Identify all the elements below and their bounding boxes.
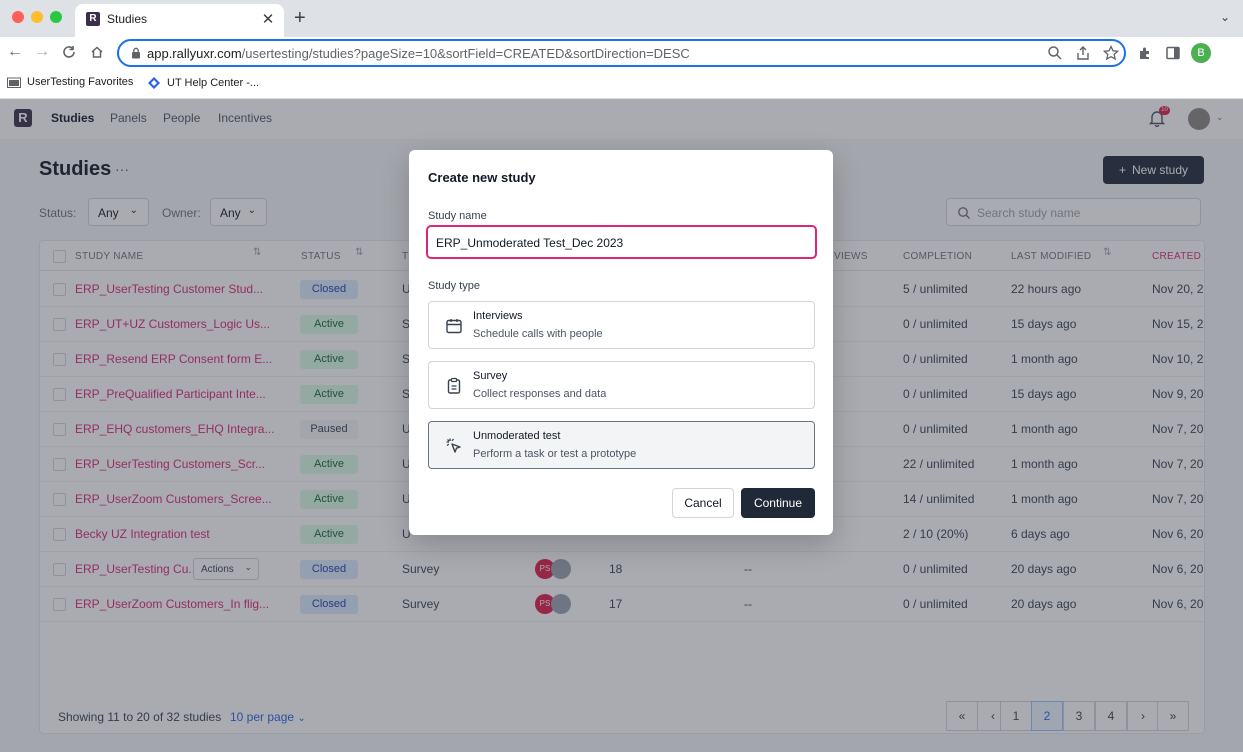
tab-title: Studies (107, 12, 148, 26)
tab-close-icon[interactable]: ✕ (260, 10, 276, 28)
zoom-search-icon[interactable] (1047, 45, 1063, 61)
browser-profile-avatar[interactable]: B (1191, 43, 1211, 63)
new-tab-icon[interactable]: + (294, 7, 306, 30)
window-maximize-button[interactable] (50, 11, 62, 23)
study-type-survey[interactable]: Survey Collect responses and data (428, 361, 815, 409)
type-name: Unmoderated test (473, 430, 561, 442)
cancel-button[interactable]: Cancel (672, 488, 734, 518)
type-description: Perform a task or test a prototype (473, 448, 637, 460)
back-arrow-icon[interactable]: ← (5, 42, 25, 62)
home-icon[interactable] (87, 42, 107, 62)
continue-button[interactable]: Continue (741, 488, 815, 518)
forward-arrow-icon[interactable]: → (32, 42, 52, 62)
rally-favicon-icon: R (86, 12, 100, 26)
study-type-label: Study type (428, 280, 480, 292)
diamond-icon (148, 77, 160, 89)
reload-icon[interactable] (59, 42, 79, 62)
type-description: Collect responses and data (473, 388, 607, 400)
study-type-interviews[interactable]: Interviews Schedule calls with people (428, 301, 815, 349)
bookmark-star-icon[interactable] (1103, 45, 1119, 61)
type-name: Survey (473, 370, 508, 382)
type-name: Interviews (473, 310, 523, 322)
study-name-label: Study name (428, 210, 487, 222)
cursor-click-icon (446, 438, 461, 453)
browser-tab-bar: R Studies ✕ + ⌄ (0, 0, 1243, 37)
window-close-button[interactable] (12, 11, 24, 23)
bookmarks-bar: UserTesting Favorites UT Help Center -..… (0, 69, 1243, 99)
clipboard-icon (447, 377, 461, 394)
browser-tab-studies[interactable]: R Studies ✕ (75, 4, 284, 37)
folder-icon (7, 77, 21, 88)
window-minimize-button[interactable] (31, 11, 43, 23)
study-type-unmoderated-test[interactable]: Unmoderated test Perform a task or test … (428, 421, 815, 469)
create-study-modal: Create new study Study name ERP_Unmodera… (409, 150, 833, 535)
modal-title: Create new study (428, 170, 536, 185)
lock-icon (132, 47, 140, 59)
side-panel-icon[interactable] (1165, 45, 1181, 61)
share-icon[interactable] (1075, 45, 1091, 61)
study-name-input[interactable]: ERP_Unmoderated Test_Dec 2023 (426, 225, 817, 259)
bookmark-usertesting-favorites[interactable]: UserTesting Favorites (7, 76, 133, 88)
tab-search-chevron-icon[interactable]: ⌄ (1220, 10, 1230, 24)
address-bar[interactable]: app.rallyuxr.com/usertesting/studies?pag… (117, 39, 1126, 67)
browser-toolbar: ← → app.rallyuxr.com/usertesting/studies… (0, 37, 1243, 69)
type-description: Schedule calls with people (473, 328, 603, 340)
url-text: app.rallyuxr.com/usertesting/studies?pag… (147, 46, 690, 61)
bookmark-ut-help-center[interactable]: UT Help Center -... (147, 76, 259, 90)
extensions-puzzle-icon[interactable] (1137, 45, 1153, 61)
calendar-icon (446, 319, 462, 334)
